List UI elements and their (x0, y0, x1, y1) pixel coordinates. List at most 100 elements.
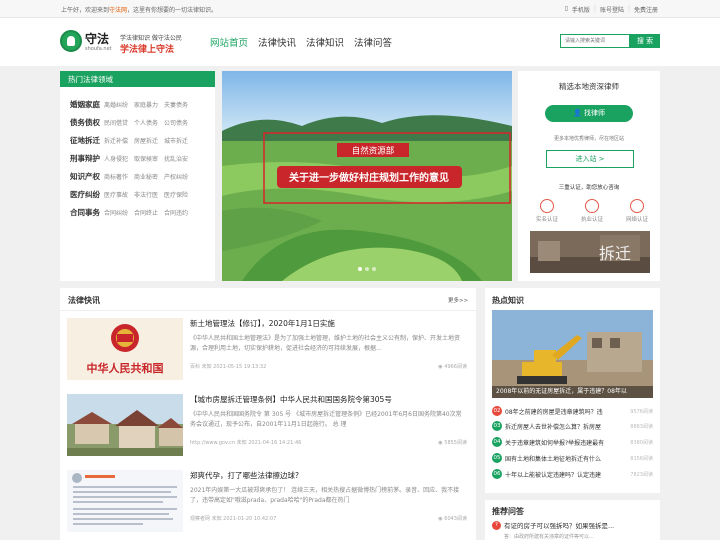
hot-item-title[interactable]: 十年以上能被认定违建吗？认定违建 (505, 470, 628, 479)
article-views: ◉ 4966阅读 (438, 363, 467, 370)
news-article[interactable]: 【城市房屋拆迁管理条例】中华人民共和国国务院令第305号 《中华人民共和国国务院… (67, 394, 472, 460)
find-lawyer-button[interactable]: 👤 找律师 (545, 105, 633, 122)
login-link[interactable]: 账号登陆 (600, 5, 624, 14)
qa-item[interactable]: ? 有证的房子可以强拆吗？如果强拆是... (492, 520, 653, 530)
recommended-qa-panel: 推荐问答 ? 有证的房子可以强拆吗？如果强拆是... 答：由政府所建有关违章的证… (485, 500, 660, 540)
category-main[interactable]: 知识产权 (70, 171, 104, 182)
eye-icon: ◉ (438, 440, 443, 446)
article-thumbnail[interactable] (67, 470, 183, 532)
enter-site-button[interactable]: 进入站 > (546, 150, 634, 168)
category-row: 婚姻家庭 离婚纠纷 家庭暴力 夫妻债务 (70, 97, 215, 111)
category-sub[interactable]: 个人债务 (134, 118, 158, 127)
category-sub[interactable]: 夫妻债务 (164, 100, 188, 109)
top-links: ▯ 手机版 | 账号登陆 | 免费注册 (565, 5, 658, 14)
top-bar: 上午好，欢迎来到守法网，这里有你想要的一切法律知识。 ▯ 手机版 | 账号登陆 … (0, 0, 720, 18)
hot-item-title[interactable]: 国有土地和集体土地征地拆迁有什么 (505, 454, 628, 463)
site-name-link[interactable]: 守法网 (109, 7, 127, 14)
eye-icon: ◉ (438, 516, 443, 522)
news-article[interactable]: 郑爽代孕，打了哪些法律擦边球? 2021年内娱第一大瓜被郑爽承包了！ 连续三天，… (67, 470, 472, 536)
nav-news[interactable]: 法律快讯 (258, 35, 296, 49)
welcome-prefix: 上午好，欢迎来到 (61, 7, 110, 14)
article-desc: 《中华人民共和国国务院令 第 305 号 《城市房屋拆迁管理条例》已经2001年… (190, 411, 462, 428)
category-main[interactable]: 征地拆迁 (70, 135, 104, 146)
article-meta: http://www.gov.cn 未知 2021-04-16 14:21:46 (190, 440, 302, 446)
hot-item-views: 7823阅读 (630, 471, 653, 478)
article-thumbnail[interactable]: 中华人民共和国 (67, 318, 183, 380)
category-sub[interactable]: 医疗保险 (164, 190, 188, 199)
hot-item-views: 8156阅读 (630, 455, 653, 462)
category-sub[interactable]: 产权纠纷 (164, 172, 188, 181)
article-views: ◉ 5855阅读 (438, 439, 467, 446)
divider: | (593, 5, 596, 12)
weibo-screenshot-image (67, 470, 183, 532)
article-thumbnail[interactable] (67, 394, 183, 456)
category-sub[interactable]: 商标著作 (104, 172, 128, 181)
divider: | (627, 5, 630, 12)
site-logo[interactable]: 守法 shoufa.net 学法律知识 做守法公民 学法律上守法 (60, 30, 190, 60)
category-sub[interactable]: 人身侵犯 (104, 154, 128, 163)
qa-question[interactable]: 有证的房子可以强拆吗？如果强拆是... (504, 520, 614, 530)
article-title[interactable]: 【城市房屋拆迁管理条例】中华人民共和国国务院令第305号 (190, 394, 392, 405)
article-meta: 观察者网 未知 2021-01-20 10:42:07 (190, 516, 277, 522)
slide-dot[interactable] (358, 267, 362, 271)
hot-item-title[interactable]: 关于违章建筑如何举报?举报违建最有 (505, 438, 628, 447)
hot-item[interactable]: 03 拆迁房屋人去世补偿怎么算？拆房屋 8863阅读 (492, 420, 653, 432)
hot-feature-caption[interactable]: 2008年以前的无证房屋拆迁，属于违建？08年以 (492, 386, 653, 398)
logo-domain: shoufa.net (85, 46, 112, 52)
category-sub[interactable]: 城市拆迁 (164, 136, 188, 145)
nav-home[interactable]: 网站首页 (210, 35, 248, 49)
qa-answer: 答：由政府所建有关违章的证件等可以... (504, 534, 594, 540)
category-main[interactable]: 婚姻家庭 (70, 99, 104, 110)
welcome-message: 上午好，欢迎来到守法网，这里有你想要的一切法律知识。 (61, 5, 217, 14)
nav-knowledge[interactable]: 法律知识 (306, 35, 344, 49)
category-sub[interactable]: 房屋拆迁 (134, 136, 158, 145)
demolition-ad[interactable]: 拆迁 (530, 231, 650, 273)
news-more-link[interactable]: 更多>> (448, 296, 468, 304)
slide-dot[interactable] (365, 267, 369, 271)
category-main[interactable]: 债务债权 (70, 117, 104, 128)
category-sub[interactable]: 合同违约 (164, 208, 188, 217)
cert-label: 实名认证 (535, 217, 558, 223)
slide-dot[interactable] (372, 267, 376, 271)
hot-item-title[interactable]: 拆迁房屋人去世补偿怎么算？拆房屋 (505, 422, 628, 431)
category-main[interactable]: 刑事辩护 (70, 153, 104, 164)
search-button[interactable]: 搜 索 (630, 34, 660, 48)
question-icon: ? (492, 520, 501, 530)
article-title[interactable]: 新土地管理法【修订】，2020年1月1日实施 (190, 318, 335, 329)
category-sub[interactable]: 取保候审 (134, 154, 158, 163)
realname-cert: 实名认证 (532, 199, 562, 223)
category-sub[interactable]: 医疗事故 (104, 190, 128, 199)
category-sub[interactable]: 离婚纠纷 (104, 100, 128, 109)
cert-icons: 实名认证 执业认证 网络认证 (532, 199, 652, 223)
divider (60, 310, 476, 311)
category-sub[interactable]: 民间借贷 (104, 118, 128, 127)
category-sub[interactable]: 家庭暴力 (134, 100, 158, 109)
category-sub[interactable]: 拆迁补偿 (104, 136, 128, 145)
news-article[interactable]: 中华人民共和国 新土地管理法【修订】，2020年1月1日实施 《中华人民共和国土… (67, 318, 472, 384)
mobile-link[interactable]: 手机版 (572, 5, 590, 14)
category-main[interactable]: 合同事务 (70, 207, 104, 218)
hot-item[interactable]: 05 国有土地和集体土地征地拆迁有什么 8156阅读 (492, 452, 653, 464)
mobile-icon: ▯ (564, 5, 568, 12)
category-sub[interactable]: 扰乱治安 (164, 154, 188, 163)
category-sub[interactable]: 合同纠纷 (104, 208, 128, 217)
hot-item[interactable]: 06 十年以上能被认定违建吗？认定违建 7823阅读 (492, 468, 653, 480)
search-input[interactable] (560, 34, 630, 48)
category-sub[interactable]: 合同终止 (134, 208, 158, 217)
category-sub[interactable]: 商业秘密 (134, 172, 158, 181)
hot-item[interactable]: 04 关于违章建筑如何举报?举报违建最有 8380阅读 (492, 436, 653, 448)
category-sub[interactable]: 公司债务 (164, 118, 188, 127)
hot-item-title[interactable]: 08年之前建的房屋是违章建筑吗？违 (505, 407, 628, 416)
category-panel: 热门法律领域 婚姻家庭 离婚纠纷 家庭暴力 夫妻债务 债务债权 民间借贷 个人债… (60, 71, 215, 281)
category-sub[interactable]: 非法行医 (134, 190, 158, 199)
category-main[interactable]: 医疗纠纷 (70, 189, 104, 200)
category-row: 债务债权 民间借贷 个人债务 公司债务 (70, 115, 215, 129)
rank-badge: 03 (492, 421, 502, 431)
hot-item[interactable]: 02 08年之前建的房屋是违章建筑吗？违 9576阅读 (492, 405, 653, 417)
hot-feature-image[interactable]: 2008年以前的无证房屋拆迁，属于违建？08年以 (492, 310, 653, 398)
register-link[interactable]: 免费注册 (634, 5, 658, 14)
banner-slider[interactable]: 自然资源部 关于进一步做好村庄规划工作的意见 (222, 71, 512, 281)
article-title[interactable]: 郑爽代孕，打了哪些法律擦边球? (190, 470, 299, 481)
hot-item-views: 8380阅读 (630, 439, 653, 446)
nav-qa[interactable]: 法律问答 (354, 35, 392, 49)
